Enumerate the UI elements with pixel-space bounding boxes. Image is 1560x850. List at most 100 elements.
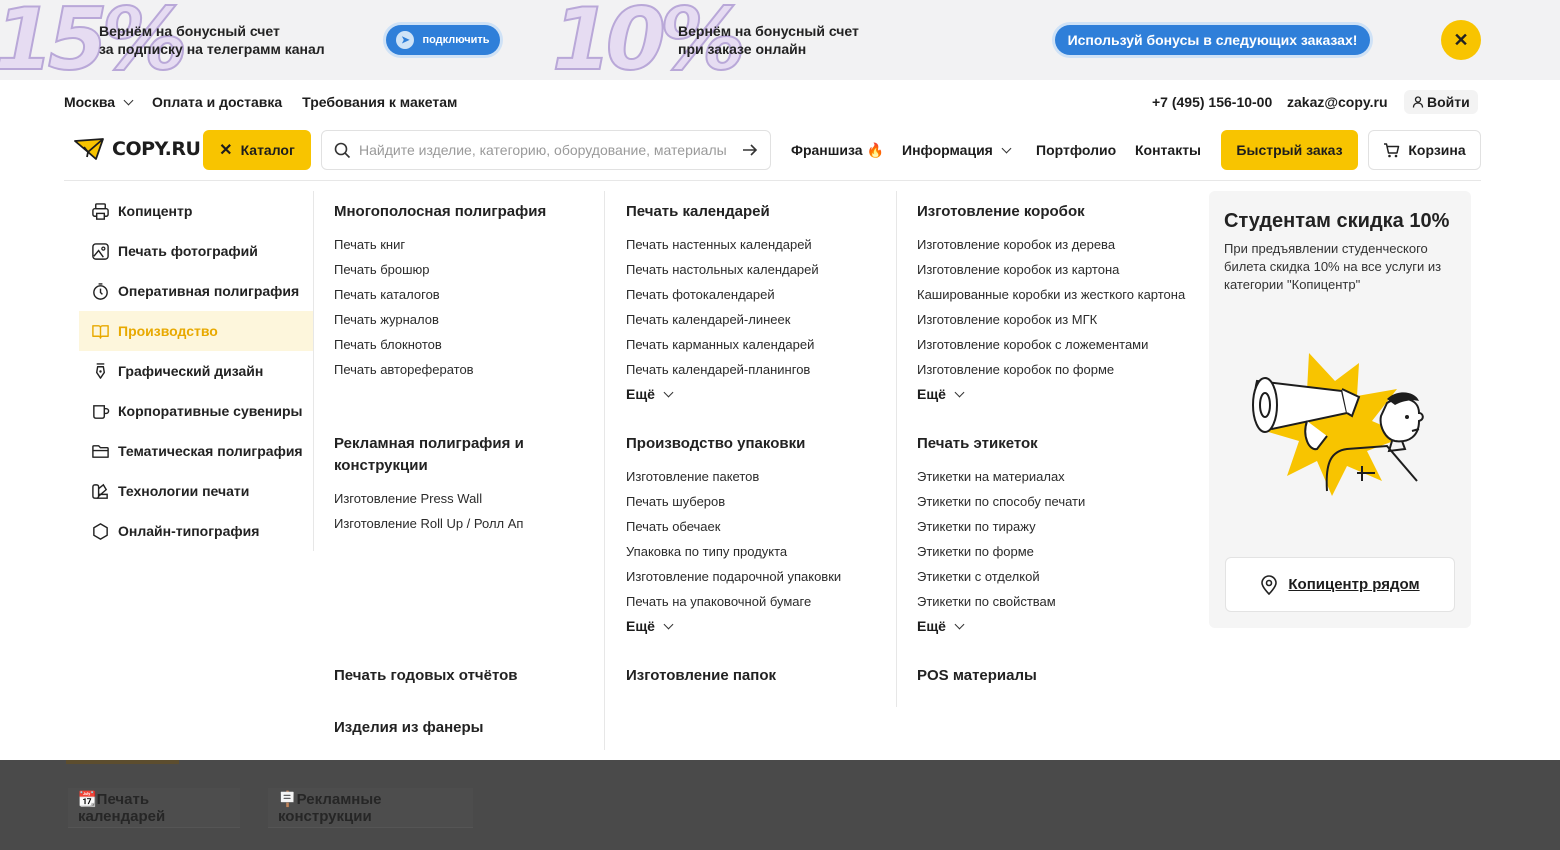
section-title[interactable]: Изготовление коробок — [917, 201, 1197, 223]
section-link[interactable]: Изготовление коробок из МГК — [917, 307, 1197, 332]
more-button[interactable]: Ещё — [626, 382, 886, 407]
section-link[interactable]: Изготовление коробок из картона — [917, 257, 1197, 282]
section-link[interactable]: Печать календарей-планингов — [626, 357, 886, 382]
close-icon: ✕ — [219, 142, 233, 159]
sidebar-item-photo-print[interactable]: Печать фотографий — [79, 231, 313, 271]
book-icon — [92, 324, 109, 339]
map-pin-icon — [1261, 574, 1278, 595]
search-input[interactable] — [359, 142, 742, 158]
chevron-down-icon — [663, 619, 674, 630]
connect-telegram-button[interactable]: ➤ подключить — [386, 25, 500, 55]
sidebar-item-corporate-souvenirs[interactable]: Корпоративные сувениры — [79, 391, 313, 431]
email-link[interactable]: zakaz@copy.ru — [1287, 94, 1388, 110]
more-button[interactable]: Ещё — [917, 614, 1177, 639]
franchise-link[interactable]: Франшиза 🔥 — [791, 130, 884, 170]
section-title[interactable]: Рекламная полиграфия и конструкции — [334, 433, 554, 477]
promo-text-1: Вернём на бонусный счет за подписку на т… — [99, 23, 325, 57]
section-link[interactable]: Изготовление Press Wall — [334, 486, 554, 511]
section-title[interactable]: Многополосная полиграфия — [334, 201, 594, 223]
section-title[interactable]: Изделия из фанеры — [334, 717, 594, 739]
section-link[interactable]: Печать журналов — [334, 307, 594, 332]
cart-button[interactable]: Корзина — [1368, 130, 1481, 170]
section-link[interactable]: Этикетки с отделкой — [917, 564, 1177, 589]
section-title[interactable]: Изготовление папок — [626, 665, 886, 687]
catalog-button[interactable]: ✕ Каталог — [203, 130, 311, 170]
section-packaging: Производство упаковки Изготовление пакет… — [626, 433, 886, 639]
section-link[interactable]: Печать авторефератов — [334, 357, 594, 382]
section-link[interactable]: Изготовление коробок с ложементами — [917, 332, 1197, 357]
section-link[interactable]: Печать календарей-линеек — [626, 307, 886, 332]
contacts-link[interactable]: Контакты — [1135, 130, 1201, 170]
section-annual-reports: Печать годовых отчётов — [334, 665, 594, 687]
section-calendars: Печать календарей Печать настенных кален… — [626, 201, 886, 407]
section-link[interactable]: Печать настольных календарей — [626, 257, 886, 282]
chevron-down-icon — [954, 619, 965, 630]
sidebar-item-graphic-design[interactable]: Графический дизайн — [79, 351, 313, 391]
copycenter-nearby-button[interactable]: Копицентр рядом — [1225, 557, 1455, 612]
section-title[interactable]: Печать годовых отчётов — [334, 665, 594, 687]
top-bar: Москва Оплата и доставка Требования к ма… — [64, 80, 1481, 124]
tab-calendars[interactable]: 📆Печать календарей — [68, 788, 240, 828]
section-link[interactable]: Изготовление подарочной упаковки — [626, 564, 886, 589]
portfolio-link[interactable]: Портфолио — [1036, 130, 1116, 170]
tab-advertising-constructions[interactable]: 🪧Рекламные конструкции — [268, 788, 473, 828]
promo-card-text: При предъявлении студенческого билета ск… — [1224, 241, 1442, 292]
section-link[interactable]: Изготовление коробок из дерева — [917, 232, 1197, 257]
more-button[interactable]: Ещё — [917, 382, 1197, 407]
more-button[interactable]: Ещё — [626, 614, 886, 639]
info-menu[interactable]: Информация — [902, 130, 1012, 170]
login-button[interactable]: Войти — [1404, 90, 1478, 114]
section-link[interactable]: Кашированные коробки из жесткого картона — [917, 282, 1197, 307]
mug-icon — [93, 404, 110, 419]
cart-icon — [1384, 142, 1400, 157]
sidebar-item-copycenter[interactable]: Копицентр — [79, 191, 313, 231]
section-link[interactable]: Изготовление пакетов — [626, 464, 886, 489]
sidebar-item-thematic-print[interactable]: Тематическая полиграфия — [79, 431, 313, 471]
section-link[interactable]: Этикетки на материалах — [917, 464, 1177, 489]
section-link[interactable]: Этикетки по тиражу — [917, 514, 1177, 539]
section-title[interactable]: Производство упаковки — [626, 433, 886, 455]
close-promo-button[interactable]: ✕ — [1441, 20, 1481, 60]
megaphone-illustration — [1252, 353, 1424, 496]
city-selector[interactable]: Москва — [64, 94, 134, 110]
section-link[interactable]: Печать каталогов — [334, 282, 594, 307]
arrow-right-icon[interactable] — [742, 143, 758, 157]
sidebar-item-production[interactable]: Производство — [79, 311, 313, 351]
section-link[interactable]: Печать настенных календарей — [626, 232, 886, 257]
printer-icon — [92, 202, 109, 220]
section-link[interactable]: Печать блокнотов — [334, 332, 594, 357]
sidebar-item-operative-print[interactable]: Оперативная полиграфия — [79, 271, 313, 311]
section-title[interactable]: Печать этикеток — [917, 433, 1177, 455]
section-link[interactable]: Печать фотокалендарей — [626, 282, 886, 307]
sidebar-item-online-typography[interactable]: Онлайн-типография — [79, 511, 313, 551]
catalog-sidebar: Копицентр Печать фотографий Оперативная … — [79, 191, 314, 551]
section-link[interactable]: Этикетки по свойствам — [917, 589, 1177, 614]
section-link[interactable]: Печать карманных календарей — [626, 332, 886, 357]
section-link[interactable]: Печать книг — [334, 232, 594, 257]
quick-order-button[interactable]: Быстрый заказ — [1221, 130, 1358, 170]
section-link[interactable]: Печать обечаек — [626, 514, 886, 539]
section-link[interactable]: Печать брошюр — [334, 257, 594, 282]
logo[interactable]: COPY.RU — [74, 138, 201, 160]
image-icon — [92, 242, 109, 260]
section-link[interactable]: Изготовление коробок по форме — [917, 357, 1197, 382]
payment-delivery-link[interactable]: Оплата и доставка — [152, 94, 282, 110]
layout-requirements-link[interactable]: Требования к макетам — [302, 94, 457, 110]
section-link[interactable]: Этикетки по форме — [917, 539, 1177, 564]
promo-text-2: Вернём на бонусный счет при заказе онлай… — [678, 23, 859, 57]
section-title[interactable]: Печать календарей — [626, 201, 886, 223]
section-labels: Печать этикеток Этикетки на материалах Э… — [917, 433, 1177, 639]
use-bonuses-button[interactable]: Используй бонусы в следующих заказах! — [1055, 25, 1370, 55]
section-link[interactable]: Этикетки по способу печати — [917, 489, 1177, 514]
phone-link[interactable]: +7 (495) 156-10-00 — [1152, 94, 1272, 110]
section-link[interactable]: Изготовление Roll Up / Ролл Ап — [334, 511, 554, 536]
user-icon — [1412, 96, 1424, 108]
section-title[interactable]: POS материалы — [917, 665, 1177, 687]
section-advertising: Рекламная полиграфия и конструкции Изгот… — [334, 433, 554, 536]
search-bar — [321, 130, 771, 170]
section-link[interactable]: Упаковка по типу продукта — [626, 539, 886, 564]
sidebar-item-print-technologies[interactable]: Технологии печати — [79, 471, 313, 511]
section-link[interactable]: Печать шуберов — [626, 489, 886, 514]
section-link[interactable]: Печать на упаковочной бумаге — [626, 589, 886, 614]
page-overlay[interactable]: 📆Печать календарей 🪧Рекламные конструкци… — [0, 760, 1560, 850]
